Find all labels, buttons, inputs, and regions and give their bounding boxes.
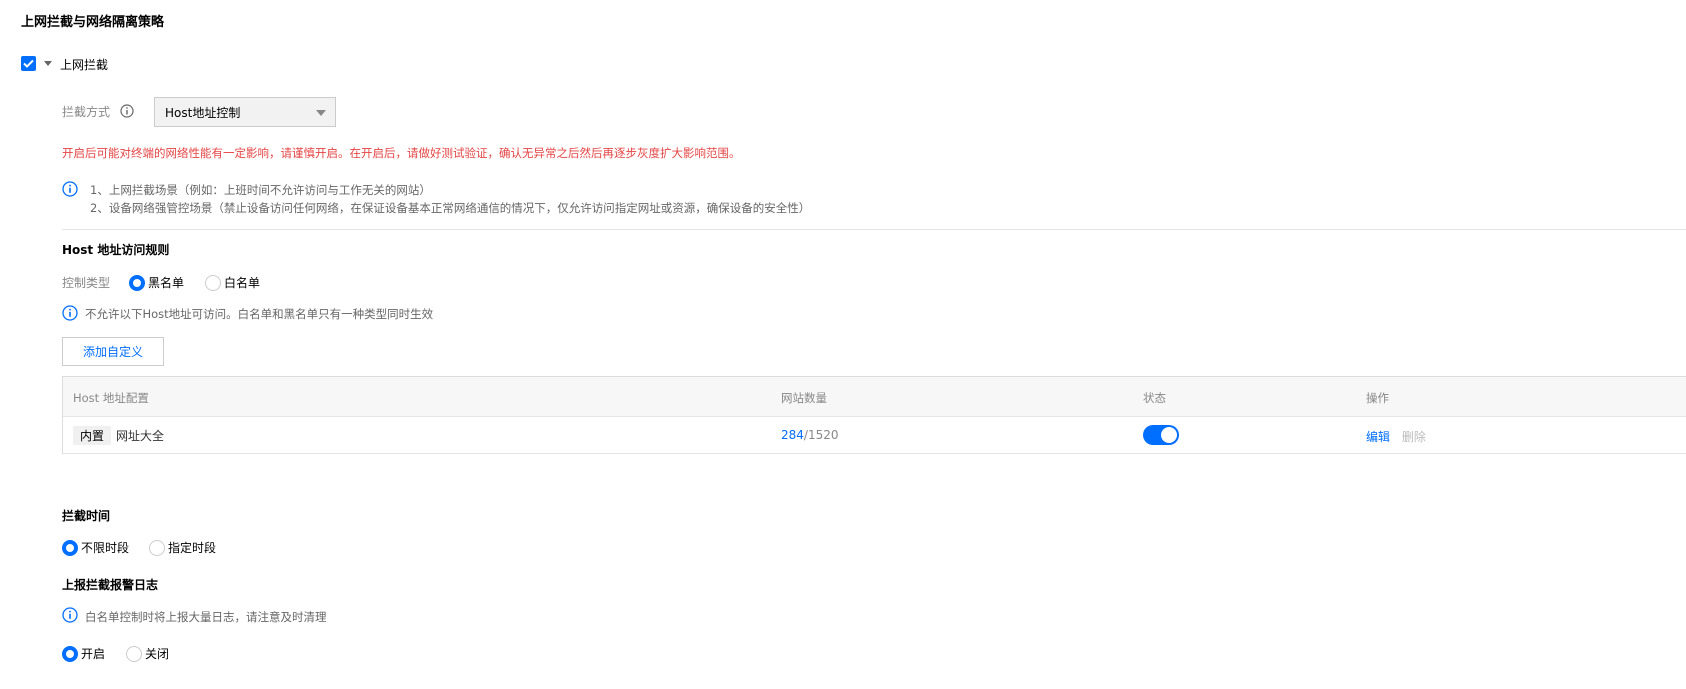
warning-text: 开启后可能对终端的网络性能有一定影响，请谨慎开启。在开启后，请做好测试验证，确认… <box>62 146 741 160</box>
host-name: 网址大全 <box>116 429 165 443</box>
col-status: 状态 <box>1143 391 1166 405</box>
report-log-tip: 白名单控制时将上报大量日志，请注意及时清理 <box>85 610 327 624</box>
intercept-time-title: 拦截时间 <box>62 509 111 523</box>
radio-blacklist-label: 黑名单 <box>148 276 185 290</box>
actions-cell: 编辑 删除 <box>1366 428 1426 445</box>
radio-dot <box>62 645 78 662</box>
radio-dot <box>129 274 145 291</box>
radio-dot <box>126 645 142 662</box>
collapse-caret-icon[interactable] <box>44 61 52 66</box>
site-count-active[interactable]: 284 <box>781 428 804 442</box>
site-count-total: /1520 <box>803 428 839 442</box>
intercept-label: 上网拦截 <box>60 58 109 72</box>
divider <box>62 229 1686 230</box>
host-table: Host 地址配置 网站数量 状态 操作 内置 网址大全 284/1520 编辑 … <box>62 376 1686 454</box>
method-select[interactable]: Host地址控制 <box>154 97 336 127</box>
radio-log-off[interactable]: 关闭 <box>126 645 169 662</box>
site-count-cell: 284/1520 <box>781 428 839 442</box>
info-icon <box>62 607 78 626</box>
control-type-label: 控制类型 <box>62 276 111 290</box>
add-custom-button[interactable]: 添加自定义 <box>62 337 164 366</box>
toggle-knob <box>1161 427 1177 443</box>
host-rules-tip: 不允许以下Host地址可访问。白名单和黑名单只有一种类型同时生效 <box>85 307 434 321</box>
intercept-checkbox[interactable] <box>21 56 36 71</box>
radio-dot <box>62 539 78 556</box>
radio-blacklist[interactable]: 黑名单 <box>129 274 184 291</box>
radio-dot <box>149 539 165 556</box>
radio-unlimited-time[interactable]: 不限时段 <box>62 539 129 556</box>
table-header: Host 地址配置 网站数量 状态 操作 <box>63 377 1686 417</box>
method-label: 拦截方式 <box>62 105 111 119</box>
status-toggle[interactable] <box>1143 425 1179 445</box>
radio-specified-time-label: 指定时段 <box>168 541 217 555</box>
table-row: 内置 网址大全 284/1520 编辑 删除 <box>63 417 1686 454</box>
info-icon[interactable] <box>120 104 134 121</box>
host-rules-title: Host 地址访问规则 <box>62 243 170 257</box>
radio-whitelist[interactable]: 白名单 <box>205 274 260 291</box>
radio-log-off-label: 关闭 <box>145 647 170 661</box>
method-select-value: Host地址控制 <box>165 105 241 120</box>
host-config-cell: 内置 网址大全 <box>73 426 164 445</box>
radio-unlimited-time-label: 不限时段 <box>81 541 130 555</box>
info-icon <box>62 305 78 324</box>
delete-link[interactable]: 删除 <box>1402 430 1426 444</box>
chevron-down-icon <box>316 110 326 116</box>
edit-link[interactable]: 编辑 <box>1366 430 1390 444</box>
radio-specified-time[interactable]: 指定时段 <box>149 539 216 556</box>
builtin-tag: 内置 <box>73 426 112 445</box>
radio-log-on-label: 开启 <box>81 647 106 661</box>
info-icon <box>62 181 78 200</box>
report-log-title: 上报拦截报警日志 <box>62 578 159 592</box>
radio-log-on[interactable]: 开启 <box>62 645 105 662</box>
col-actions: 操作 <box>1366 391 1389 405</box>
radio-whitelist-label: 白名单 <box>224 276 261 290</box>
tip-line-1: 1、上网拦截场景（例如：上班时间不允许访问与工作无关的网站） <box>90 183 431 197</box>
col-host-config: Host 地址配置 <box>73 391 149 405</box>
page-title: 上网拦截与网络隔离策略 <box>21 15 165 30</box>
status-cell <box>1143 425 1179 445</box>
radio-dot <box>205 274 221 291</box>
check-icon <box>23 59 34 68</box>
tip-line-2: 2、设备网络强管控场景（禁止设备访问任何网络，在保证设备基本正常网络通信的情况下… <box>90 201 811 215</box>
col-site-count: 网站数量 <box>781 391 827 405</box>
